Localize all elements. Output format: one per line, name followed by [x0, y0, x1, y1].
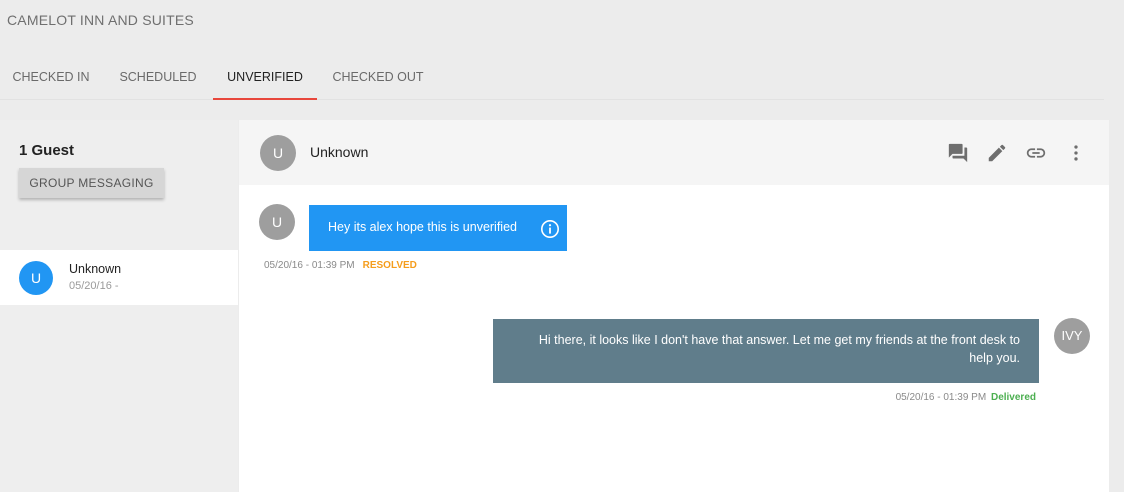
- tab-scheduled[interactable]: SCHEDULED: [106, 56, 210, 100]
- avatar: U: [259, 204, 295, 240]
- outgoing-message-bubble: Hi there, it looks like I don't have tha…: [493, 319, 1039, 383]
- message-text: Hi there, it looks like I don't have tha…: [538, 333, 1020, 365]
- avatar: U: [260, 135, 296, 171]
- message-timestamp: 05/20/16 - 01:39 PM: [895, 392, 987, 403]
- avatar: IVY: [1054, 318, 1090, 354]
- guest-name: Unknown: [69, 262, 122, 276]
- message-timestamp: 05/20/16 - 01:39 PM: [264, 260, 355, 271]
- group-messaging-button[interactable]: GROUP MESSAGING: [19, 168, 164, 198]
- status-badge: Delivered: [990, 392, 1036, 403]
- tab-bar: CHECKED IN SCHEDULED UNVERIFIED CHECKED …: [0, 56, 1104, 100]
- message-text: Hey its alex hope this is unverified: [328, 220, 517, 234]
- avatar: U: [19, 261, 53, 295]
- message-meta: 05/20/16 - 01:39 PM Delivered: [896, 392, 1036, 403]
- app-title: CAMELOT INN AND SUITES: [7, 12, 194, 28]
- message-meta: 05/20/16 - 01:39 PM RESOLVED: [264, 260, 417, 271]
- tab-unverified[interactable]: UNVERIFIED: [213, 56, 317, 100]
- guest-list-panel: 1 Guest GROUP MESSAGING U Unknown 05/20/…: [0, 120, 238, 492]
- conversation-title: Unknown: [310, 144, 369, 160]
- edit-icon[interactable]: [986, 142, 1008, 164]
- conversation-header: U Unknown: [239, 120, 1109, 185]
- tab-checked-in[interactable]: CHECKED IN: [0, 56, 102, 100]
- tab-checked-out[interactable]: CHECKED OUT: [321, 56, 435, 100]
- guest-count: 1 Guest: [19, 142, 75, 159]
- incoming-message-bubble: Hey its alex hope this is unverified: [309, 205, 567, 251]
- more-vert-icon[interactable]: [1065, 142, 1087, 164]
- status-badge: RESOLVED: [362, 260, 417, 271]
- info-icon[interactable]: [540, 219, 560, 239]
- conversation-panel: U Unknown U Hey its alex hope this is un…: [239, 120, 1109, 492]
- link-icon[interactable]: [1025, 142, 1047, 164]
- guest-list-item[interactable]: U Unknown 05/20/16 -: [0, 250, 238, 305]
- message-icon[interactable]: [947, 142, 969, 164]
- guest-date: 05/20/16 -: [69, 280, 119, 292]
